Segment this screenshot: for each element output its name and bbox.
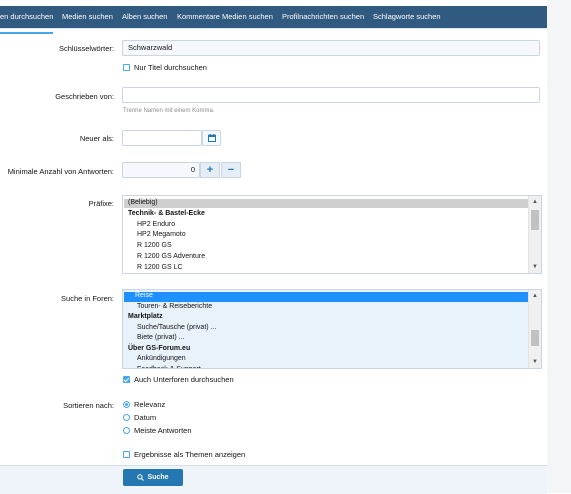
list-option[interactable]: Suche/Tausche (privat) ... — [137, 324, 216, 331]
increment-button[interactable]: + — [200, 162, 220, 178]
tab-albums-search[interactable]: Alben suchen — [122, 12, 167, 21]
list-option[interactable]: Reise — [135, 292, 153, 299]
keywords-label: Schlüsselwörter: — [58, 44, 114, 53]
calendar-icon — [207, 134, 216, 142]
list-option[interactable]: HP2 Megamoto — [137, 231, 186, 238]
calendar-button[interactable] — [202, 130, 221, 146]
list-option[interactable]: R 1200 GS — [137, 242, 172, 249]
plus-icon: + — [206, 164, 214, 176]
tab-media-search[interactable]: Medien suchen — [62, 12, 113, 21]
title-only-checkbox[interactable] — [123, 64, 130, 71]
list-option[interactable]: Feedback & Support — [137, 366, 201, 369]
scroll-up-icon[interactable]: ▲ — [532, 293, 538, 299]
author-hint: Trenne Namen mit einem Komma. — [123, 108, 215, 114]
search-panel: en durchsuchen Medien suchen Alben suche… — [0, 0, 547, 494]
scroll-thumb[interactable] — [531, 330, 539, 346]
prefixes-label: Präfixe: — [88, 199, 114, 208]
selected-option-highlight — [124, 199, 528, 208]
prefixes-select[interactable]: ▲ ▼ (Beliebig) Technik- & Bastel-Ecke HP2 … — [122, 195, 542, 274]
tab-profile-posts-search[interactable]: Profilnachrichten suchen — [282, 12, 364, 21]
page-background — [547, 0, 571, 493]
list-option[interactable]: Ankündigungen — [137, 355, 186, 362]
tab-tags-search[interactable]: Schlagworte suchen — [373, 12, 441, 21]
subforums-checkbox[interactable] — [123, 376, 130, 383]
sort-label: Sortieren nach: — [63, 401, 114, 410]
scroll-up-icon[interactable]: ▲ — [532, 199, 538, 205]
forums-select[interactable]: ▲ ▼ Reise Touren- & Reiseberichte Marktpla… — [122, 289, 542, 369]
list-option[interactable]: (Beliebig) — [128, 199, 158, 206]
min-replies-label: Minimale Anzahl von Antworten: — [7, 167, 114, 176]
tab-media-comments-search[interactable]: Kommentare Medien suchen — [177, 12, 273, 21]
active-tab-indicator — [0, 32, 53, 34]
forums-scrollbar[interactable]: ▲ ▼ — [528, 290, 541, 368]
forums-label: Suche in Foren: — [61, 294, 114, 303]
as-threads-checkbox[interactable] — [123, 451, 130, 458]
keywords-input[interactable]: Schwarzwald — [122, 40, 540, 56]
prefixes-scrollbar[interactable]: ▲ ▼ — [528, 196, 541, 273]
minus-icon: − — [227, 164, 235, 176]
sort-relevance-label: Relevanz — [134, 400, 166, 409]
tab-threads-search[interactable]: en durchsuchen — [0, 12, 53, 21]
sort-most-replies-label: Meiste Antworten — [134, 426, 192, 435]
list-option[interactable]: Marktplatz — [128, 313, 163, 320]
selected-option-highlight — [124, 291, 528, 302]
author-input[interactable] — [122, 87, 540, 103]
subforums-label: Auch Unterforen durchsuchen — [134, 375, 234, 384]
list-option[interactable]: Technik- & Bastel-Ecke — [128, 210, 205, 217]
scroll-down-icon[interactable]: ▼ — [532, 264, 538, 270]
min-replies-input[interactable]: 0 — [122, 162, 200, 178]
newer-than-input[interactable] — [122, 130, 202, 146]
scroll-thumb[interactable] — [531, 210, 539, 230]
search-button-label: Suche — [147, 474, 169, 481]
list-option[interactable]: HP2 Enduro — [137, 221, 175, 228]
list-option[interactable]: R 1200 GS LC — [137, 264, 183, 271]
form-footer — [0, 465, 547, 494]
as-threads-label: Ergebnisse als Themen anzeigen — [134, 450, 246, 459]
scroll-down-icon[interactable]: ▼ — [532, 359, 538, 365]
list-option[interactable]: Biete (privat) ... — [137, 334, 184, 341]
list-option[interactable]: R 1200 GS Adventure — [137, 253, 205, 260]
search-icon — [137, 474, 145, 481]
list-option[interactable]: Touren- & Reiseberichte — [137, 303, 212, 310]
newer-than-label: Neuer als: — [79, 134, 114, 143]
sort-date-label: Datum — [134, 413, 157, 422]
search-button[interactable]: Suche — [123, 469, 183, 486]
list-option[interactable]: Über GS-Forum.eu — [128, 345, 190, 352]
sort-date-radio[interactable] — [123, 414, 130, 421]
title-only-label: Nur Titel durchsuchen — [134, 63, 207, 72]
sort-most-replies-radio[interactable] — [123, 427, 130, 434]
decrement-button[interactable]: − — [221, 162, 241, 178]
tab-bar: en durchsuchen Medien suchen Alben suche… — [0, 6, 547, 34]
sort-relevance-radio[interactable] — [123, 401, 130, 408]
author-label: Geschrieben von: — [55, 92, 114, 101]
